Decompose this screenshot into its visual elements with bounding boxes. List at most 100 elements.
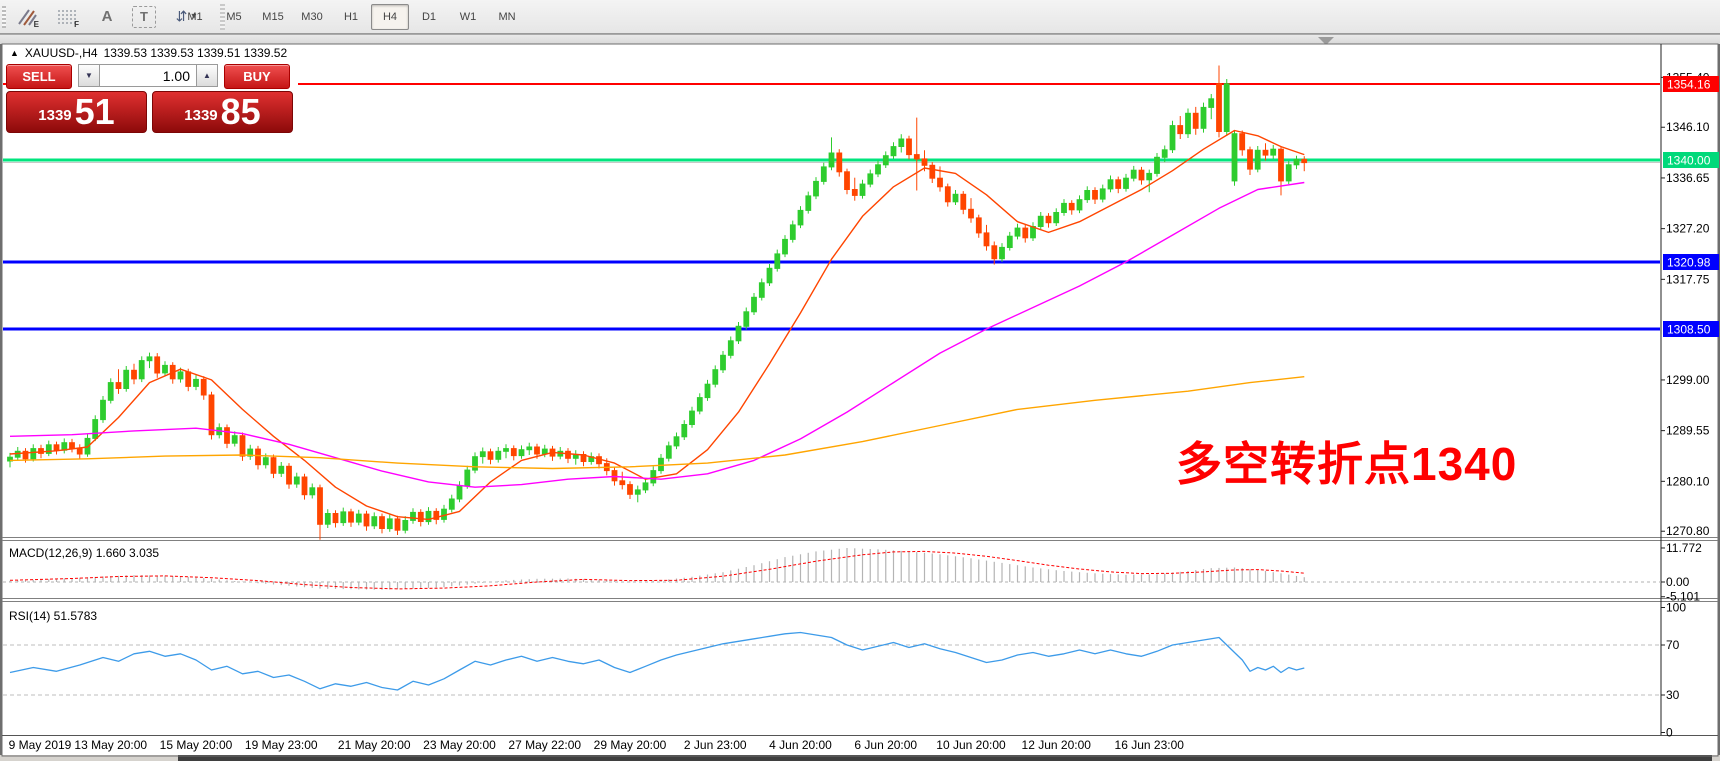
- volume-decrease-button[interactable]: ▼: [78, 64, 100, 87]
- candle-body: [302, 477, 307, 495]
- resistance-line-badge-text: 1354.16: [1667, 78, 1711, 92]
- candle-body: [294, 477, 299, 484]
- candle-body: [101, 400, 106, 419]
- candle-body: [790, 225, 795, 240]
- candle-body: [953, 194, 958, 202]
- support-line-2-badge-text: 1308.50: [1667, 323, 1711, 337]
- date-label: 16 Jun 23:00: [1115, 738, 1185, 752]
- date-label: 13 May 20:00: [74, 738, 147, 752]
- candle-body: [403, 521, 408, 531]
- candle-body: [984, 233, 989, 246]
- y-tick-label: 1280.10: [1666, 474, 1710, 488]
- candle-body: [1007, 236, 1012, 247]
- candle-body: [1038, 216, 1043, 226]
- candle-body: [907, 139, 912, 155]
- candle-body: [891, 147, 896, 156]
- candle-body: [333, 514, 338, 523]
- candle-body: [387, 519, 392, 529]
- buy-price-pips: 85: [221, 95, 261, 129]
- sell-button[interactable]: SELL: [6, 64, 72, 89]
- candle-body: [349, 512, 354, 522]
- candle-body: [752, 297, 757, 312]
- candle-body: [240, 436, 245, 456]
- candle-body: [566, 451, 571, 458]
- macd-tick-label: 0.00: [1666, 575, 1690, 589]
- candle-body: [178, 372, 183, 379]
- sell-price-display[interactable]: 1339 51: [6, 91, 147, 133]
- candle-body: [1201, 107, 1206, 128]
- candle-body: [845, 172, 850, 190]
- candle-body: [310, 488, 315, 495]
- candle-body: [147, 357, 152, 361]
- candle-body: [341, 512, 346, 523]
- y-tick-label: 1299.00: [1666, 373, 1710, 387]
- candle-body: [473, 457, 478, 470]
- candle-body: [1162, 150, 1167, 158]
- candle-body: [1186, 113, 1191, 133]
- candle-body: [263, 458, 268, 465]
- candle-body: [1279, 149, 1284, 181]
- candle-body: [287, 466, 292, 484]
- candle-body: [1000, 247, 1005, 258]
- candle-body: [511, 449, 516, 456]
- rsi-line: [10, 633, 1304, 691]
- candle-body: [1023, 228, 1028, 238]
- candle-body: [1224, 84, 1229, 132]
- candle-body: [225, 428, 230, 444]
- rsi-label: RSI(14) 51.5783: [9, 609, 97, 623]
- buy-price-display[interactable]: 1339 85: [152, 91, 293, 133]
- candle-body: [713, 370, 718, 385]
- candle-body: [1139, 170, 1144, 180]
- candle-body: [682, 425, 687, 437]
- candle-body: [232, 436, 237, 444]
- candle-body: [651, 471, 656, 483]
- candle-body: [457, 486, 462, 499]
- candle-body: [279, 466, 284, 473]
- candle-body: [775, 254, 780, 269]
- candle-body: [480, 452, 485, 457]
- candle-body: [1263, 150, 1268, 155]
- candle-body: [821, 167, 826, 182]
- candle-body: [535, 447, 540, 454]
- candle-body: [860, 184, 865, 195]
- candle-body: [271, 458, 276, 474]
- candle-body: [1302, 159, 1307, 162]
- candle-body: [938, 178, 943, 187]
- candle-body: [1170, 126, 1175, 150]
- candle-body: [256, 449, 261, 465]
- candle-body: [132, 370, 137, 379]
- candle-body: [449, 499, 454, 509]
- date-label: 10 Jun 20:00: [936, 738, 1006, 752]
- candle-body: [1193, 113, 1198, 128]
- macd-tick-label: 11.772: [1666, 541, 1702, 555]
- candle-body: [139, 361, 144, 379]
- candle-body: [1286, 165, 1291, 181]
- candle-body: [465, 470, 470, 486]
- mt4-window: E F A T ⇵ ▾ M1M5M15M30H1H4D1W1MN: [0, 0, 1720, 761]
- volume-increase-button[interactable]: ▲: [196, 64, 218, 87]
- candle-body: [1069, 203, 1074, 209]
- candle-body: [705, 384, 710, 397]
- sell-price-pips: 51: [75, 95, 115, 129]
- candle-body: [54, 445, 59, 450]
- candle-body: [186, 372, 191, 387]
- candle-body: [1232, 134, 1237, 181]
- candle-body: [209, 395, 214, 435]
- candle-body: [697, 398, 702, 411]
- candle-body: [163, 365, 168, 373]
- candle-body: [124, 370, 129, 388]
- rsi-tick-label: 70: [1666, 638, 1680, 652]
- candle-body: [876, 165, 881, 174]
- buy-button[interactable]: BUY: [224, 64, 290, 89]
- rsi-tick-label: 0: [1666, 726, 1673, 740]
- candle-body: [325, 514, 330, 525]
- macd-label: MACD(12,26,9) 1.660 3.035: [9, 546, 159, 560]
- candle-body: [620, 481, 625, 485]
- candle-body: [635, 490, 640, 494]
- candle-body: [736, 326, 741, 341]
- collapse-triangle-icon[interactable]: ▲: [10, 48, 19, 58]
- volume-input[interactable]: [100, 64, 196, 87]
- y-tick-label: 1346.10: [1666, 120, 1710, 134]
- date-label: 2 Jun 23:00: [684, 738, 747, 752]
- candle-body: [628, 485, 633, 495]
